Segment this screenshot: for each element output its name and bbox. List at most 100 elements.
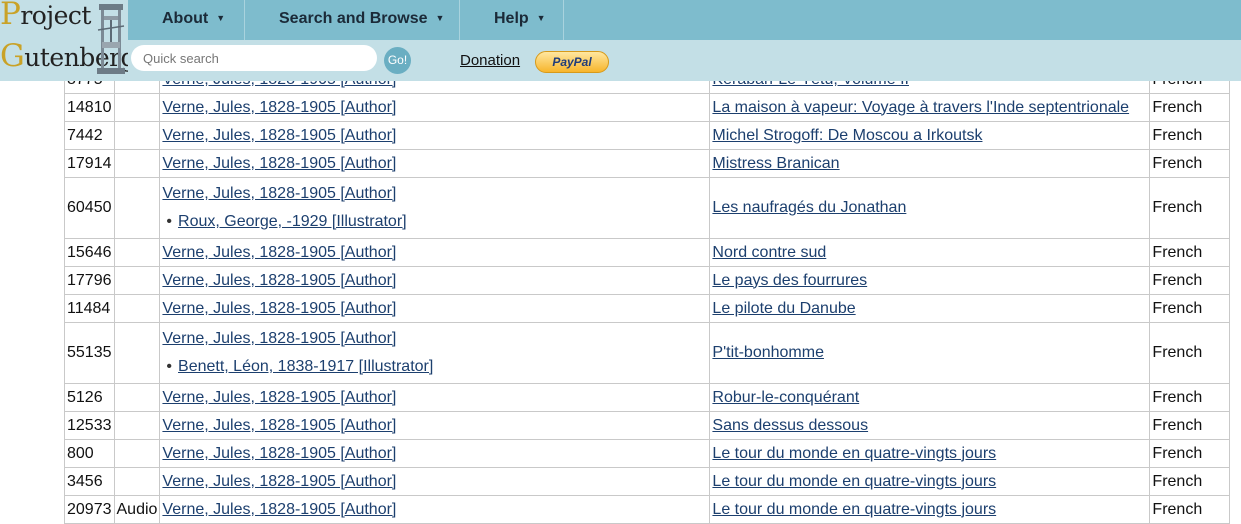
audio-cell: Audio [113, 495, 161, 524]
table-row: 800 Verne, Jules, 1828-1905 [Author] Le to… [64, 439, 1231, 468]
table-row: 17914 Verne, Jules, 1828-1905 [Author] Mis… [64, 149, 1231, 178]
search-go-button[interactable]: Go! [384, 47, 411, 74]
author-cell: Verne, Jules, 1828-1905 [Author] [159, 439, 711, 468]
title-link[interactable]: Le tour du monde en quatre-vingts jours [712, 473, 996, 490]
author-cell: Verne, Jules, 1828-1905 [Author] • Benett,… [159, 322, 711, 384]
title-cell: Le tour du monde en quatre-vingts jours [709, 467, 1151, 496]
site-header: Project Gutenberg About ▼ Search and Brow… [0, 0, 1241, 81]
ebook-number: 11484 [64, 294, 115, 323]
audio-cell [113, 121, 161, 150]
audio-cell [113, 238, 161, 267]
author-line: Verne, Jules, 1828-1905 [Author] [162, 413, 707, 439]
contributor-link[interactable]: Roux, George, -1929 [Illustrator] [178, 213, 407, 230]
author-line: Verne, Jules, 1828-1905 [Author] [162, 469, 707, 495]
author-cell: Verne, Jules, 1828-1905 [Author] [159, 294, 711, 323]
author-line: Verne, Jules, 1828-1905 [Author] [162, 151, 707, 177]
title-cell: Robur-le-conquérant [709, 383, 1151, 412]
author-line: Verne, Jules, 1828-1905 [Author] [162, 240, 707, 266]
nav-search-browse[interactable]: Search and Browse ▼ [245, 0, 460, 40]
title-link[interactable]: La maison à vapeur: Voyage à travers l'I… [712, 99, 1129, 116]
audio-cell [113, 439, 161, 468]
table-row: 7442 Verne, Jules, 1828-1905 [Author] Mich… [64, 121, 1231, 150]
table-row: 3456 Verne, Jules, 1828-1905 [Author] Le t… [64, 467, 1231, 496]
contributor-link[interactable]: Benett, Léon, 1838-1917 [Illustrator] [178, 358, 433, 375]
title-link[interactable]: Nord contre sud [712, 244, 826, 261]
printing-press-icon [97, 4, 125, 74]
author-link[interactable]: Verne, Jules, 1828-1905 [Author] [162, 272, 396, 289]
title-link[interactable]: Sans dessus dessous [712, 417, 868, 434]
nav-help-label: Help [494, 10, 529, 27]
title-link[interactable]: Les naufragés du Jonathan [712, 199, 906, 216]
bullet-icon: • [166, 358, 173, 375]
author-link[interactable]: Verne, Jules, 1828-1905 [Author] [162, 417, 396, 434]
title-cell: Michel Strogoff: De Moscou a Irkoutsk [709, 121, 1151, 150]
author-line: Verne, Jules, 1828-1905 [Author] [162, 497, 707, 523]
author-cell: Verne, Jules, 1828-1905 [Author] [159, 467, 711, 496]
contributor-line: • Roux, George, -1929 [Illustrator] [162, 207, 707, 236]
audio-cell [113, 467, 161, 496]
author-cell: Verne, Jules, 1828-1905 [Author] [159, 121, 711, 150]
author-line: Verne, Jules, 1828-1905 [Author] [162, 385, 707, 411]
title-cell: Le pays des fourrures [709, 266, 1151, 295]
author-link[interactable]: Verne, Jules, 1828-1905 [Author] [162, 99, 396, 116]
title-link[interactable]: Le tour du monde en quatre-vingts jours [712, 501, 996, 518]
audio-cell [113, 322, 161, 384]
author-link[interactable]: Verne, Jules, 1828-1905 [Author] [162, 389, 396, 406]
table-row: 55135 Verne, Jules, 1828-1905 [Author] • Be… [64, 322, 1231, 384]
nav-about[interactable]: About ▼ [128, 0, 245, 40]
author-link[interactable]: Verne, Jules, 1828-1905 [Author] [162, 473, 396, 490]
caret-down-icon: ▼ [536, 13, 546, 23]
author-link[interactable]: Verne, Jules, 1828-1905 [Author] [162, 244, 396, 261]
caret-down-icon: ▼ [435, 13, 445, 23]
author-link[interactable]: Verne, Jules, 1828-1905 [Author] [162, 155, 396, 172]
table-row: 14810 Verne, Jules, 1828-1905 [Author] La … [64, 93, 1231, 122]
table-row: 17796 Verne, Jules, 1828-1905 [Author] Le … [64, 266, 1231, 295]
author-link[interactable]: Verne, Jules, 1828-1905 [Author] [162, 330, 396, 347]
language-cell: French [1149, 322, 1231, 384]
title-cell: Le tour du monde en quatre-vingts jours [709, 495, 1151, 524]
title-cell: La maison à vapeur: Voyage à travers l'I… [709, 93, 1151, 122]
audio-cell [113, 149, 161, 178]
caret-down-icon: ▼ [216, 13, 226, 23]
ebook-number: 7442 [64, 121, 115, 150]
author-line: Verne, Jules, 1828-1905 [Author] [162, 441, 707, 467]
ebook-number: 12533 [64, 411, 115, 440]
author-link[interactable]: Verne, Jules, 1828-1905 [Author] [162, 300, 396, 317]
author-cell: Verne, Jules, 1828-1905 [Author] [159, 266, 711, 295]
language-cell: French [1149, 467, 1231, 496]
language-cell: French [1149, 495, 1231, 524]
title-link[interactable]: Le tour du monde en quatre-vingts jours [712, 445, 996, 462]
title-link[interactable]: Mistress Branican [712, 155, 839, 172]
ebook-number: 800 [64, 439, 115, 468]
audio-cell [113, 93, 161, 122]
language-cell: French [1149, 121, 1231, 150]
quick-search-input[interactable] [131, 45, 377, 71]
audio-cell [113, 177, 161, 239]
author-line: Verne, Jules, 1828-1905 [Author] [162, 268, 707, 294]
nav-help[interactable]: Help ▼ [460, 0, 564, 40]
donation-link[interactable]: Donation [460, 52, 520, 69]
paypal-button[interactable]: PayPal [535, 51, 609, 73]
nav-about-label: About [162, 10, 209, 27]
ebook-number: 3456 [64, 467, 115, 496]
author-line: Verne, Jules, 1828-1905 [Author] [162, 95, 707, 121]
title-link[interactable]: Le pays des fourrures [712, 272, 867, 289]
author-line: Verne, Jules, 1828-1905 [Author] [162, 123, 707, 149]
ebook-number: 55135 [64, 322, 115, 384]
title-link[interactable]: P'tit-bonhomme [712, 344, 824, 361]
ebook-number: 17914 [64, 149, 115, 178]
author-link[interactable]: Verne, Jules, 1828-1905 [Author] [162, 445, 396, 462]
title-link[interactable]: Le pilote du Danube [712, 300, 855, 317]
author-link[interactable]: Verne, Jules, 1828-1905 [Author] [162, 127, 396, 144]
main-nav: About ▼ Search and Browse ▼ Help ▼ [128, 0, 1241, 40]
ebook-number: 60450 [64, 177, 115, 239]
title-link[interactable]: Michel Strogoff: De Moscou a Irkoutsk [712, 127, 982, 144]
project-gutenberg-logo[interactable]: Project Gutenberg [0, 0, 128, 81]
title-link[interactable]: Robur-le-conquérant [712, 389, 859, 406]
author-link[interactable]: Verne, Jules, 1828-1905 [Author] [162, 185, 396, 202]
title-cell: Les naufragés du Jonathan [709, 177, 1151, 239]
title-cell: Nord contre sud [709, 238, 1151, 267]
title-cell: P'tit-bonhomme [709, 322, 1151, 384]
author-link[interactable]: Verne, Jules, 1828-1905 [Author] [162, 501, 396, 518]
author-cell: Verne, Jules, 1828-1905 [Author] [159, 383, 711, 412]
